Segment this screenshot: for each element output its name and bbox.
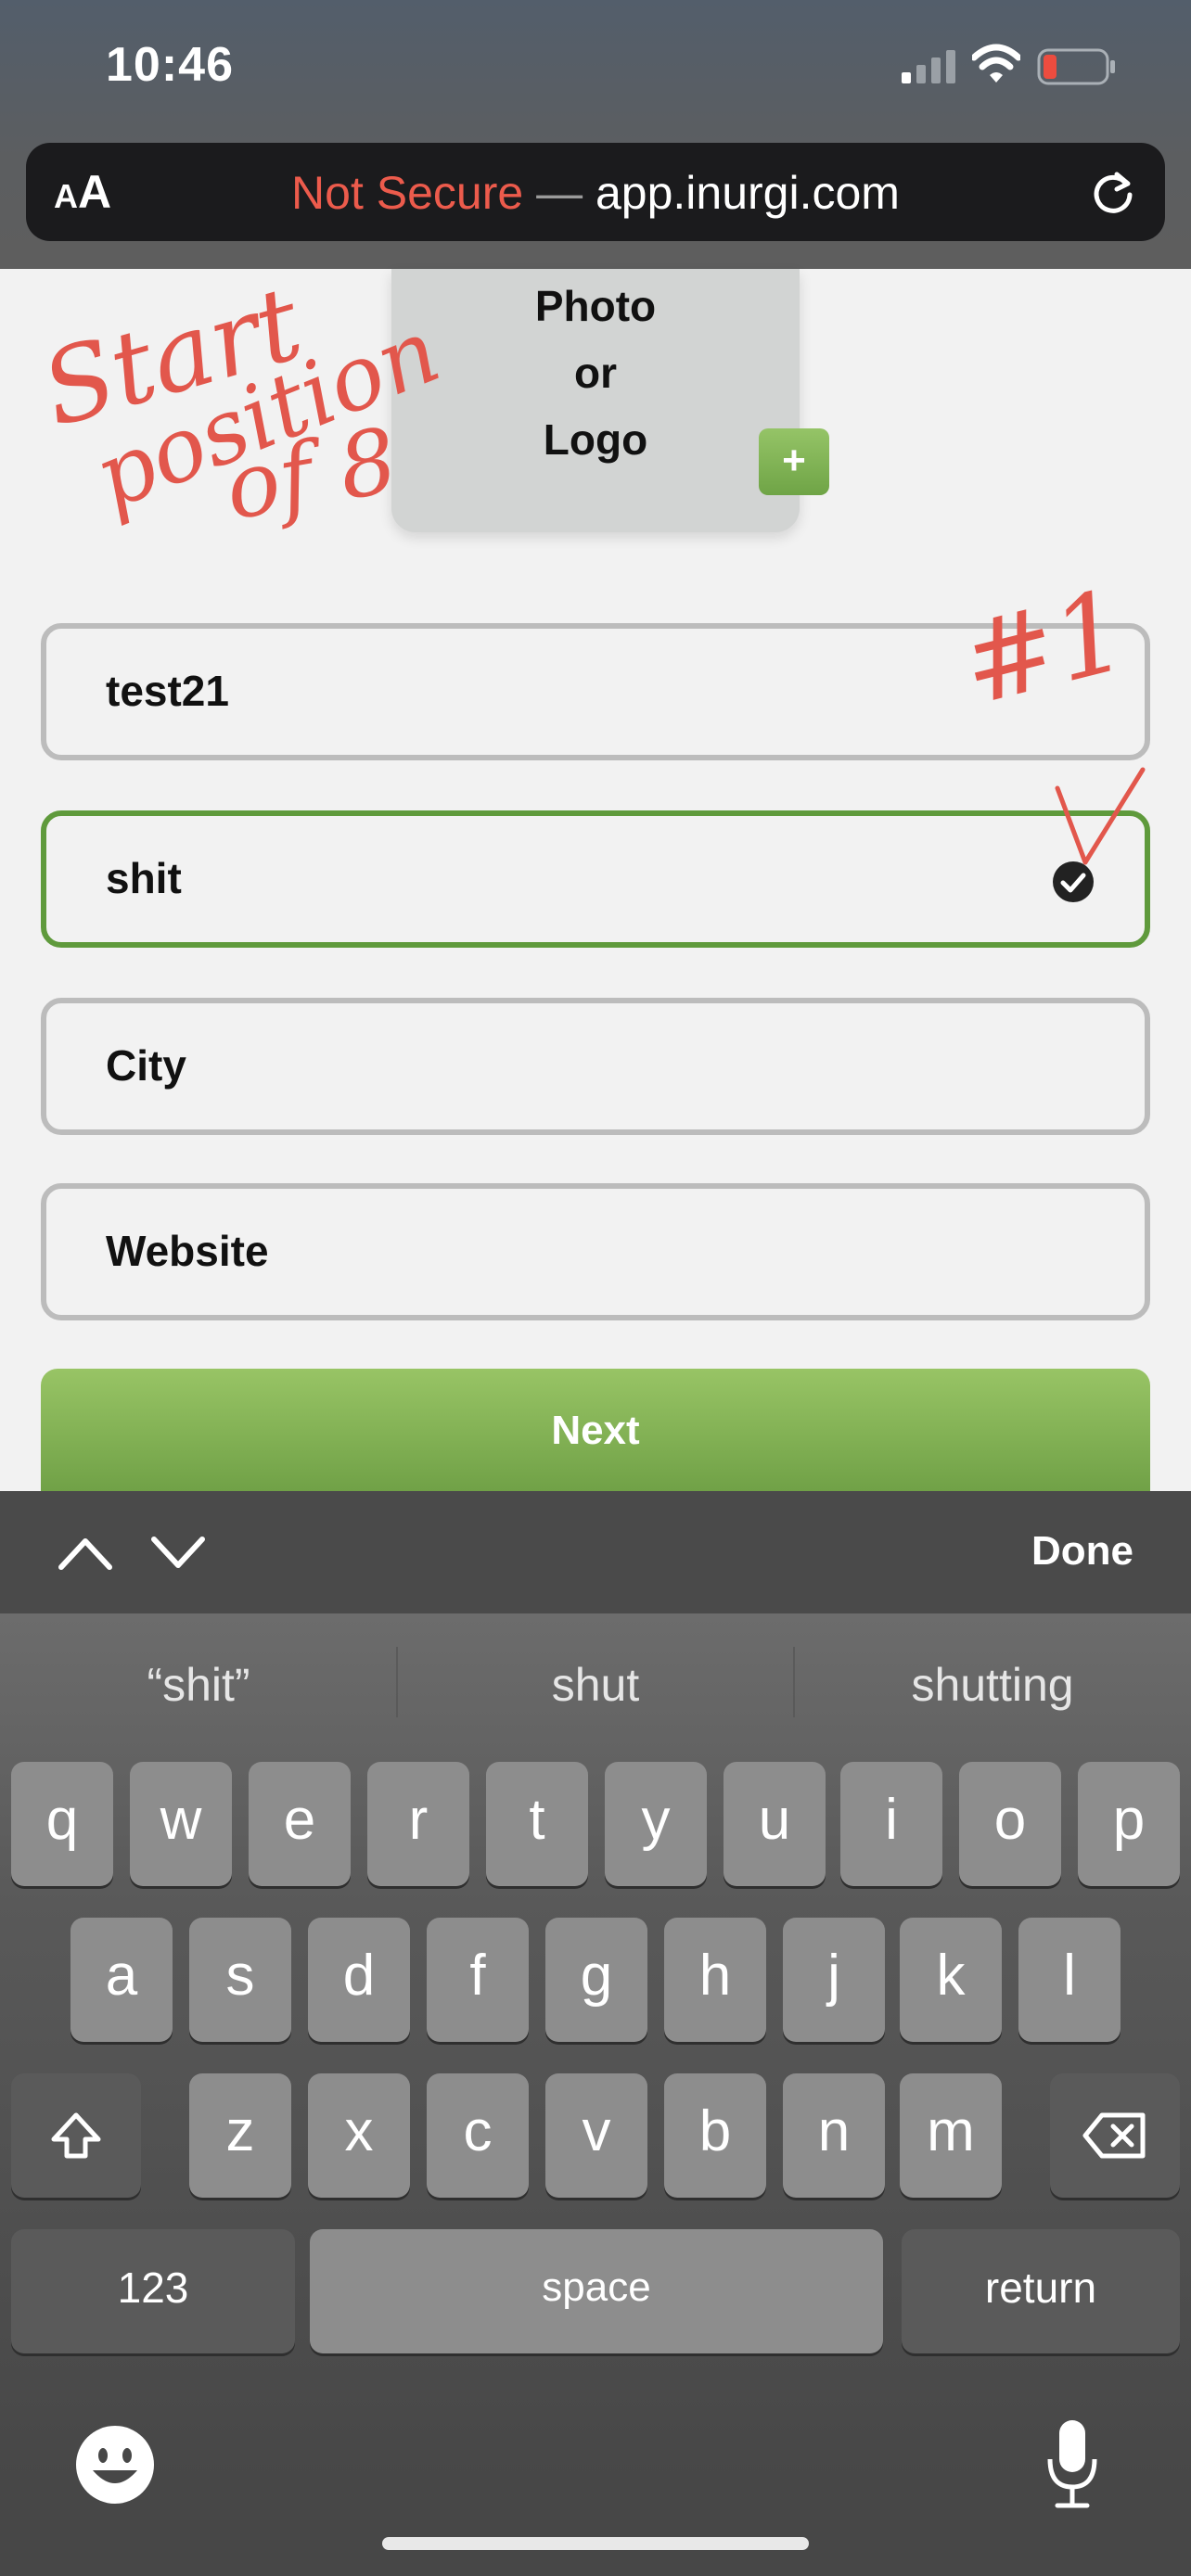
wifi-icon [972, 44, 1020, 83]
signal-icon [902, 50, 955, 83]
key-r[interactable]: r [367, 1762, 469, 1886]
add-photo-button[interactable]: + [759, 428, 829, 495]
suggestion-3[interactable]: shutting [794, 1658, 1191, 1712]
second-field-value: shit [106, 854, 182, 902]
key-f[interactable]: f [427, 1918, 529, 2042]
key-w[interactable]: w [130, 1762, 232, 1886]
key-i[interactable]: i [840, 1762, 942, 1886]
key-q[interactable]: q [11, 1762, 113, 1886]
numbers-key[interactable]: 123 [11, 2229, 295, 2353]
website-field-placeholder: Website [106, 1227, 269, 1275]
url-domain: app.inurgi.com [595, 167, 900, 219]
mic-icon[interactable] [1043, 2417, 1102, 2513]
done-button[interactable]: Done [1031, 1528, 1133, 1575]
battery-icon [1037, 48, 1115, 85]
annotation-of8: of 8 [218, 408, 405, 540]
shift-key[interactable] [11, 2073, 141, 2198]
home-indicator [382, 2537, 809, 2550]
keyboard-accessory-bar: Done [0, 1491, 1191, 1613]
address-bar[interactable]: AA Not Secure — app.inurgi.com [26, 143, 1165, 241]
key-j[interactable]: j [783, 1918, 885, 2042]
delete-icon [1082, 2112, 1146, 2159]
annotation-start: Start [30, 269, 314, 450]
key-h[interactable]: h [664, 1918, 766, 2042]
not-secure-label: Not Secure [291, 167, 524, 219]
suggestion-1[interactable]: “shit” [0, 1658, 397, 1712]
second-field[interactable]: shit [41, 810, 1150, 948]
name-field[interactable]: test21 [41, 623, 1150, 760]
url-display[interactable]: Not Secure — app.inurgi.com [26, 167, 1165, 219]
space-key[interactable]: space [310, 2229, 883, 2353]
key-m[interactable]: m [900, 2073, 1002, 2198]
key-k[interactable]: k [900, 1918, 1002, 2042]
key-a[interactable]: a [70, 1918, 173, 2042]
city-field-placeholder: City [106, 1041, 186, 1090]
keyboard: “shit” shut shutting q w e r t y u i o p… [0, 1613, 1191, 2576]
status-time: 10:46 [106, 38, 234, 92]
name-field-value: test21 [106, 667, 229, 715]
check-circle-icon [1053, 861, 1094, 902]
website-field[interactable]: Website [41, 1183, 1150, 1320]
delete-key[interactable] [1050, 2073, 1180, 2198]
key-v[interactable]: v [545, 2073, 647, 2198]
key-d[interactable]: d [308, 1918, 410, 2042]
key-n[interactable]: n [783, 2073, 885, 2198]
photo-upload-area[interactable]: Photo or Logo [391, 269, 800, 532]
key-p[interactable]: p [1078, 1762, 1180, 1886]
chevron-up-icon[interactable] [56, 1532, 115, 1573]
status-bar: 10:46 AA Not Secure — app.inurgi.com [0, 0, 1191, 269]
key-x[interactable]: x [308, 2073, 410, 2198]
key-c[interactable]: c [427, 2073, 529, 2198]
key-s[interactable]: s [189, 1918, 291, 2042]
key-z[interactable]: z [189, 2073, 291, 2198]
next-button[interactable]: Next [41, 1369, 1150, 1498]
chevron-down-icon[interactable] [148, 1532, 208, 1573]
emoji-icon[interactable] [74, 2424, 156, 2506]
photo-label: Photo or Logo [534, 282, 657, 464]
url-separator: — [536, 167, 583, 219]
reload-icon[interactable] [1089, 169, 1137, 217]
key-e[interactable]: e [249, 1762, 351, 1886]
shift-icon [51, 2112, 101, 2159]
key-u[interactable]: u [724, 1762, 826, 1886]
key-o[interactable]: o [959, 1762, 1061, 1886]
city-field[interactable]: City [41, 998, 1150, 1135]
suggestion-2[interactable]: shut [397, 1658, 794, 1712]
key-l[interactable]: l [1018, 1918, 1121, 2042]
return-key[interactable]: return [902, 2229, 1180, 2353]
key-t[interactable]: t [486, 1762, 588, 1886]
key-g[interactable]: g [545, 1918, 647, 2042]
key-b[interactable]: b [664, 2073, 766, 2198]
key-y[interactable]: y [605, 1762, 707, 1886]
